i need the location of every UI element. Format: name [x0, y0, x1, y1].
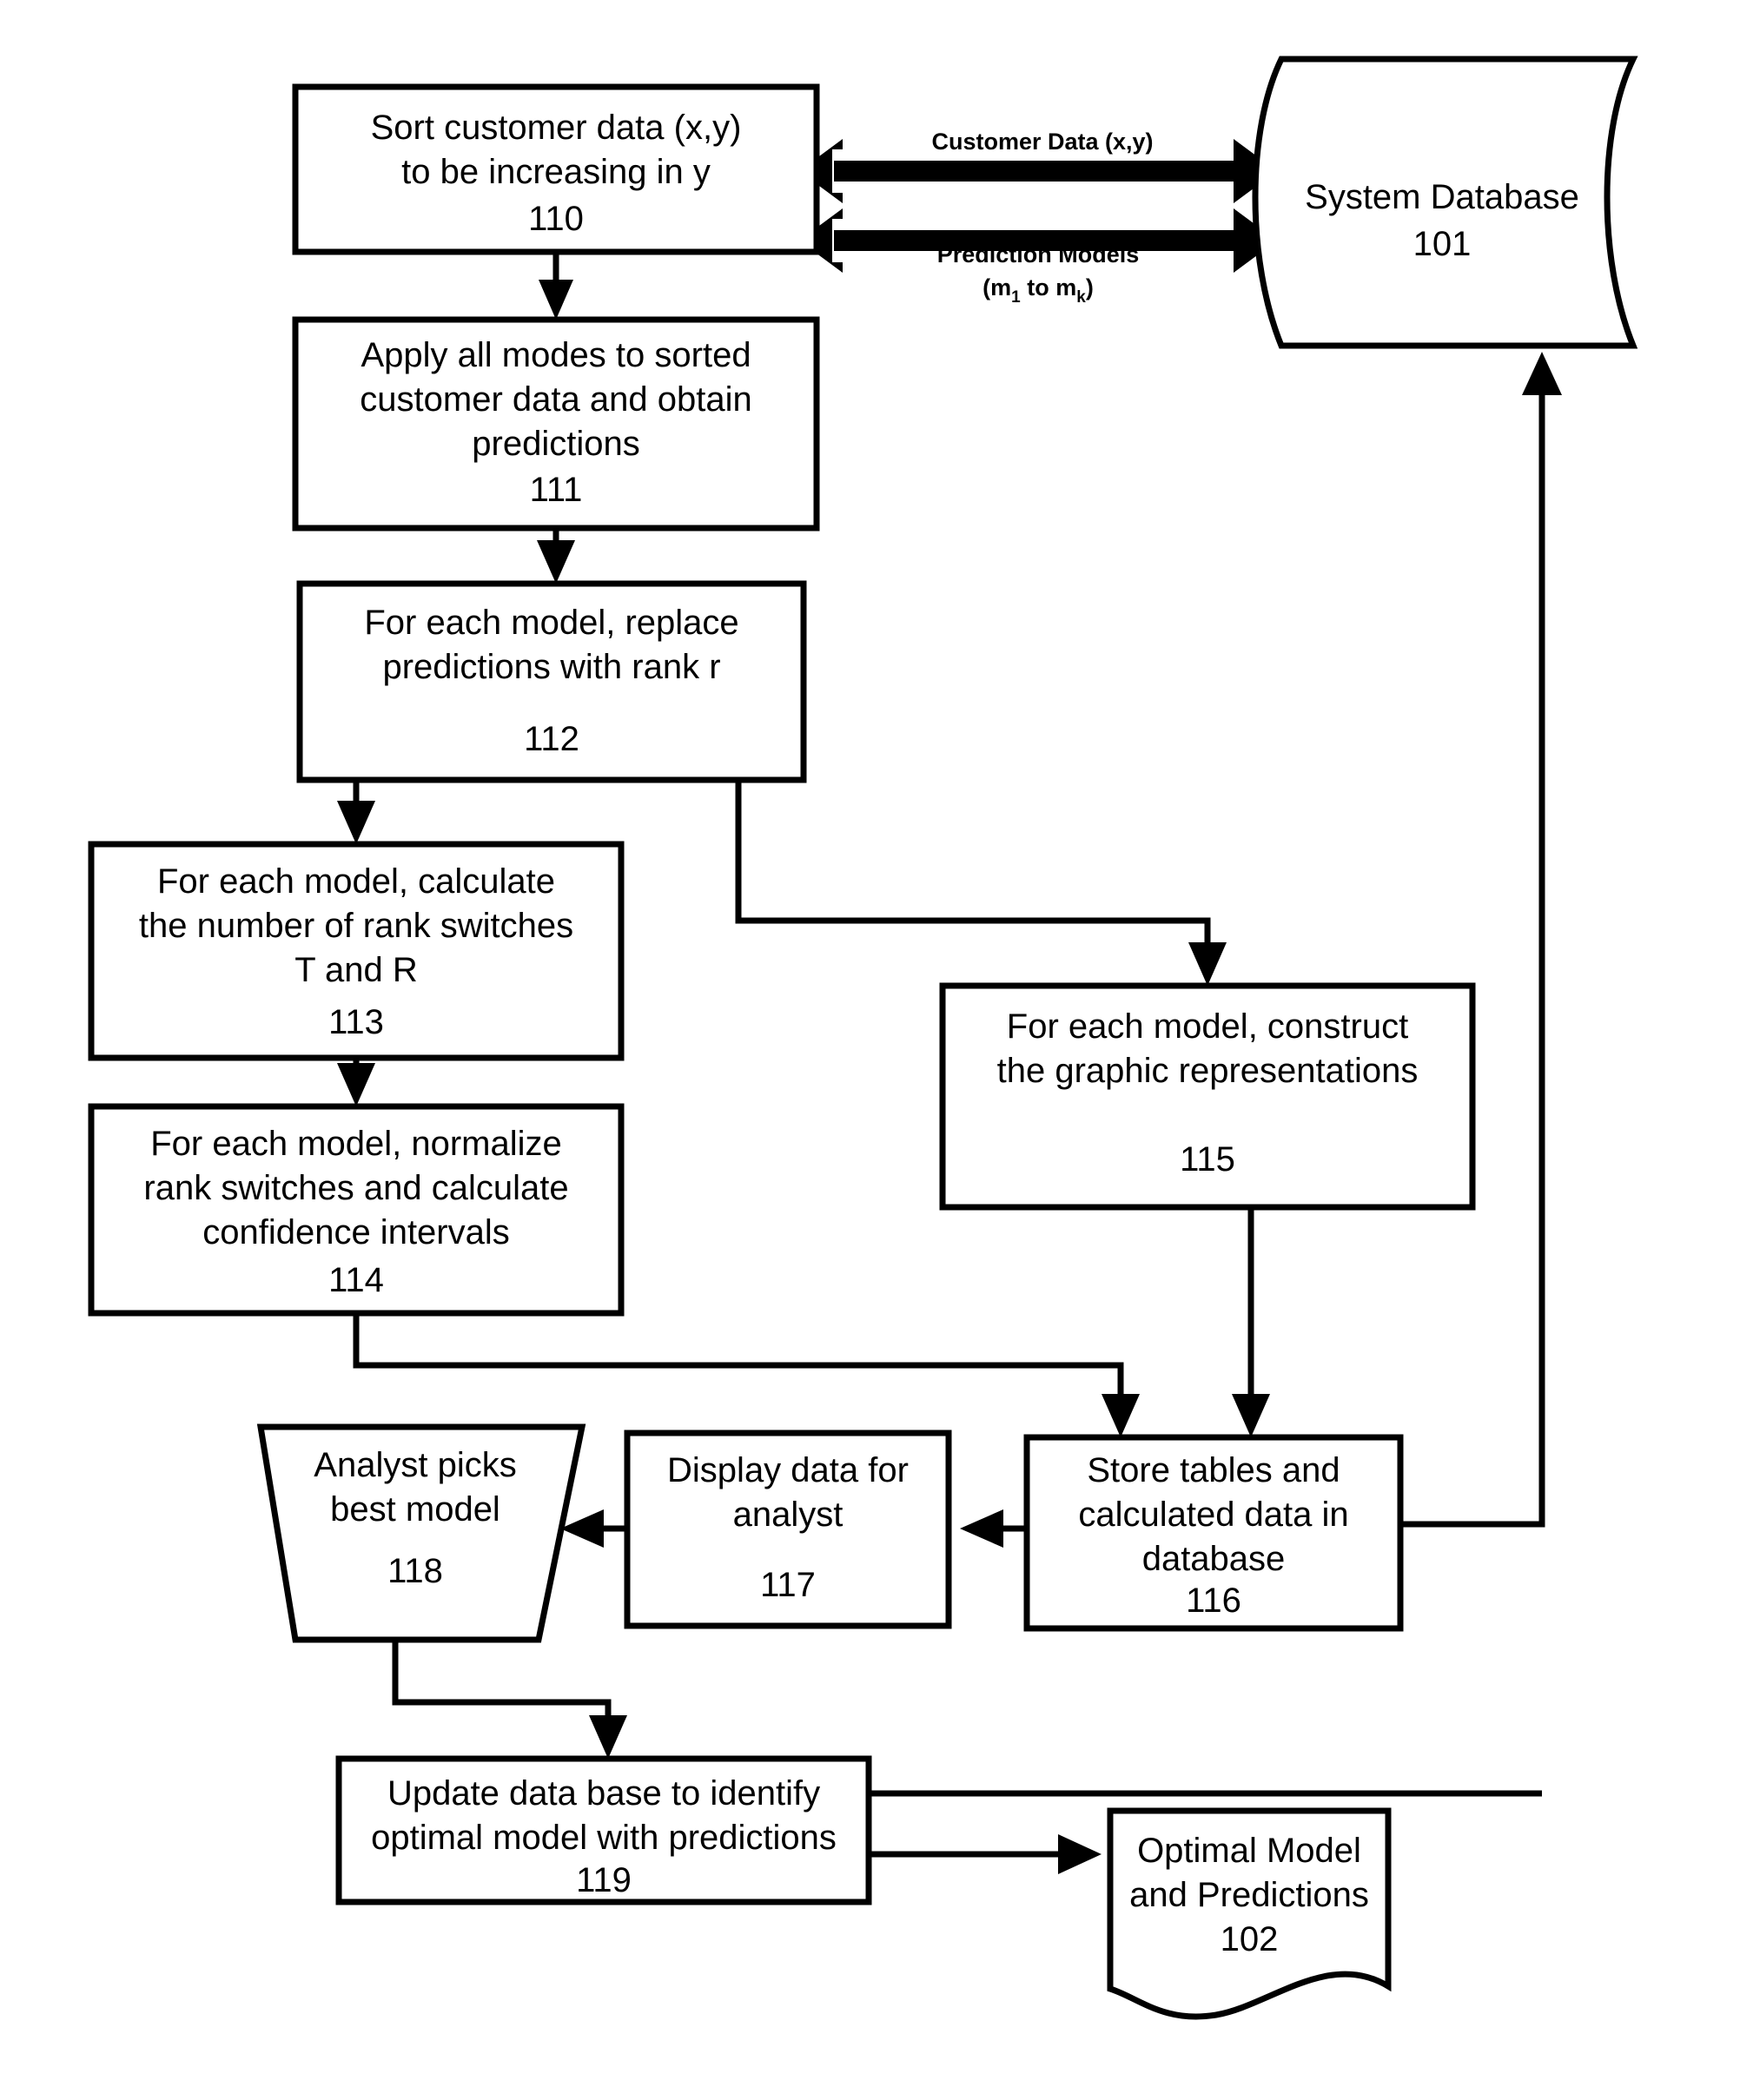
node-112-line-1: predictions with rank r — [382, 648, 720, 686]
node-116[interactable]: Store tables and calculated data in data… — [1023, 1434, 1404, 1632]
node-114[interactable]: For each model, normalize rank switches … — [88, 1103, 625, 1317]
node-116-line-2: database — [1142, 1540, 1286, 1578]
node-113-line-1: the number of rank switches — [139, 907, 573, 945]
edge-114-to-116 — [353, 1313, 1140, 1437]
figure-canvas: Sort customer data (x,y) to be increasin… — [0, 0, 1740, 2100]
node-101[interactable]: System Database 101 — [1252, 56, 1638, 349]
node-112[interactable]: For each model, replace predictions with… — [296, 580, 807, 783]
node-111-ref: 111 — [530, 471, 583, 509]
node-102[interactable]: Optimal Model and Predictions 102 — [1107, 1807, 1392, 2020]
edge-117-to-118 — [560, 1509, 627, 1548]
edge-label-prediction-models-line1: Prediction Models — [937, 241, 1140, 267]
node-115[interactable]: For each model, construct the graphic re… — [939, 982, 1476, 1211]
edge-112-to-113 — [337, 780, 375, 844]
node-114-line-0: For each model, normalize — [150, 1125, 562, 1163]
edge-119-to-102 — [869, 1834, 1102, 1874]
edge-110-to-111 — [539, 252, 573, 320]
flowchart-svg: Sort customer data (x,y) to be increasin… — [88, 56, 1638, 2020]
node-113-ref: 113 — [328, 1003, 384, 1041]
node-102-line-1: and Predictions — [1129, 1876, 1369, 1914]
edge-118-to-119 — [392, 1640, 627, 1759]
pm-mid: to m — [1021, 274, 1077, 300]
edge-112-to-115 — [735, 780, 1227, 986]
edge-115-to-116 — [1232, 1207, 1270, 1437]
node-114-line-1: rank switches and calculate — [143, 1169, 568, 1207]
node-115-ref: 115 — [1180, 1140, 1235, 1179]
node-118-ref: 118 — [387, 1552, 443, 1590]
edge-label-prediction-models-line2: (m1 to mk) — [982, 274, 1094, 307]
node-117-line-1: analyst — [733, 1496, 844, 1534]
node-113[interactable]: For each model, calculate the number of … — [88, 841, 625, 1061]
node-110[interactable]: Sort customer data (x,y) to be increasin… — [292, 83, 820, 255]
node-112-line-0: For each model, replace — [364, 604, 738, 642]
node-119-line-1: optimal model with predictions — [371, 1819, 837, 1857]
edge-113-to-114 — [337, 1058, 375, 1106]
node-111-line-1: customer data and obtain — [360, 380, 751, 419]
node-116-line-0: Store tables and — [1087, 1451, 1340, 1489]
node-110-line-1: to be increasing in y — [401, 153, 711, 191]
node-118-line-0: Analyst picks — [314, 1446, 516, 1484]
pm-sub1: 1 — [1011, 288, 1021, 307]
node-119[interactable]: Update data base to identify optimal mod… — [335, 1755, 872, 1905]
node-113-line-0: For each model, calculate — [157, 862, 555, 901]
node-117[interactable]: Display data for analyst 117 — [624, 1430, 952, 1629]
node-102-ref: 102 — [1221, 1920, 1279, 1958]
node-102-line-0: Optimal Model — [1137, 1832, 1361, 1870]
node-116-line-1: calculated data in — [1078, 1496, 1348, 1534]
pm-sub2: k — [1076, 288, 1086, 307]
pm-prefix: (m — [982, 274, 1011, 300]
node-116-ref: 116 — [1186, 1582, 1241, 1620]
node-114-ref: 114 — [328, 1261, 384, 1299]
node-110-line-0: Sort customer data (x,y) — [371, 109, 742, 147]
edge-116-to-117 — [960, 1509, 1027, 1548]
node-111-line-0: Apply all modes to sorted — [361, 336, 751, 374]
node-119-ref: 119 — [576, 1861, 632, 1899]
node-118[interactable]: Analyst picks best model 118 — [256, 1423, 586, 1643]
node-118-line-1: best model — [330, 1490, 500, 1529]
node-101-line-0: System Database — [1305, 178, 1579, 216]
node-112-ref: 112 — [524, 720, 579, 758]
node-110-ref: 110 — [528, 200, 584, 238]
node-115-line-0: For each model, construct — [1007, 1007, 1408, 1046]
node-117-line-0: Display data for — [667, 1451, 909, 1489]
node-114-line-2: confidence intervals — [202, 1213, 510, 1251]
node-115-line-1: the graphic representations — [997, 1052, 1419, 1090]
node-111[interactable]: Apply all modes to sorted customer data … — [292, 316, 820, 532]
node-113-line-2: T and R — [294, 951, 418, 989]
node-119-line-0: Update data base to identify — [387, 1774, 820, 1813]
pm-suffix: ) — [1086, 274, 1094, 300]
edge-111-to-112 — [537, 528, 575, 584]
edge-label-customer-data: Customer Data (x,y) — [931, 129, 1153, 155]
node-111-line-2: predictions — [472, 425, 639, 463]
node-101-ref: 101 — [1413, 225, 1472, 263]
node-117-ref: 117 — [760, 1566, 816, 1604]
edge-116-to-101 — [1400, 352, 1562, 1528]
